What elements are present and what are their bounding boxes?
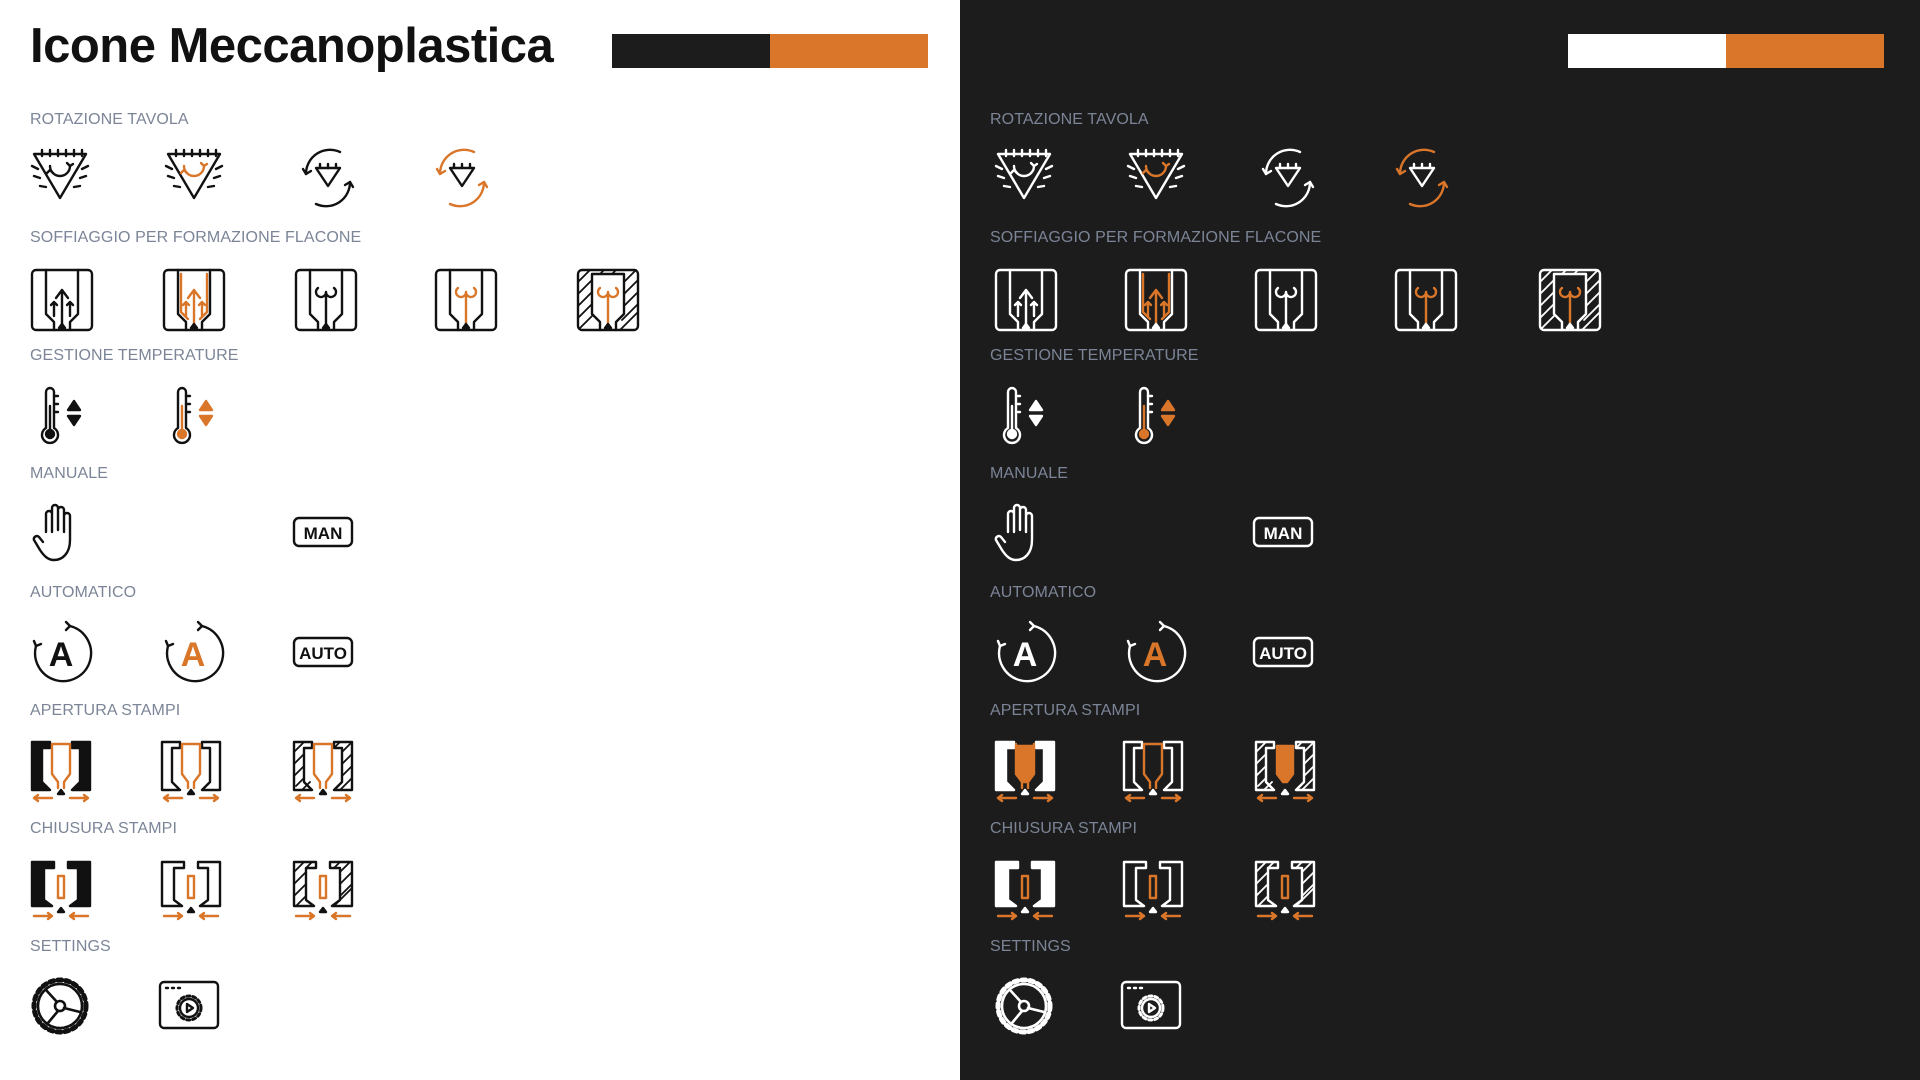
auto-glyph-accent: A <box>1143 636 1168 674</box>
settings-window-icon[interactable] <box>158 976 222 1040</box>
mold-open-hatched-icon[interactable] <box>292 740 356 804</box>
mold-close-outline-icon[interactable] <box>1122 858 1186 922</box>
mold-open-outline-icon[interactable] <box>1122 740 1186 804</box>
table-rotation-icon[interactable] <box>992 146 1056 210</box>
mold-close-hatched-icon[interactable] <box>1254 858 1318 922</box>
mold-open-hatched-icon[interactable] <box>1254 740 1318 804</box>
section-label-automatico: AUTOMATICO <box>30 584 137 601</box>
blow-molding-hatched-icon[interactable] <box>576 268 640 332</box>
light-panel: Icone Meccanoplastica ROTAZIONE TAVOLA S… <box>0 0 960 1080</box>
table-rotation-accent-icon[interactable] <box>162 146 226 210</box>
blow-molding-outline-accent-icon[interactable] <box>1394 268 1458 332</box>
auto-glyph: A <box>1013 636 1038 674</box>
table-rotation-arrows-accent-icon[interactable] <box>430 146 494 210</box>
table-rotation-arrows-icon[interactable] <box>296 146 360 210</box>
man-badge-text: MAN <box>304 524 343 543</box>
auto-cycle-icon[interactable]: A <box>994 620 1058 686</box>
section-label-rotazione: ROTAZIONE TAVOLA <box>30 111 189 128</box>
section-label-temperature-dark: GESTIONE TEMPERATURE <box>990 347 1199 364</box>
section-label-soffiaggio: SOFFIAGGIO PER FORMAZIONE FLACONE <box>30 229 362 246</box>
section-label-settings: SETTINGS <box>30 938 111 955</box>
blow-molding-accent-icon[interactable] <box>162 268 226 332</box>
auto-badge-icon[interactable]: AUTO <box>1252 622 1316 686</box>
settings-window-icon[interactable] <box>1120 976 1184 1040</box>
hand-icon[interactable] <box>994 502 1058 566</box>
thermometer-updown-accent-icon[interactable] <box>1126 386 1190 450</box>
auto-cycle-accent-icon[interactable]: A <box>162 620 226 686</box>
section-label-manuale-dark: MANUALE <box>990 465 1069 482</box>
thermometer-updown-icon[interactable] <box>994 386 1058 450</box>
mold-close-filled-icon[interactable] <box>994 858 1058 922</box>
blow-molding-outline-icon[interactable] <box>1254 268 1318 332</box>
auto-cycle-accent-icon[interactable]: A <box>1124 620 1188 686</box>
table-rotation-arrows-accent-icon[interactable] <box>1390 146 1454 210</box>
section-label-apertura-dark: APERTURA STAMPI <box>990 702 1141 719</box>
page-title: Icone Meccanoplastica <box>30 19 554 73</box>
section-label-chiusura: CHIUSURA STAMPI <box>30 820 177 837</box>
thermometer-updown-accent-icon[interactable] <box>164 386 228 450</box>
section-label-apertura: APERTURA STAMPI <box>30 702 181 719</box>
settings-gear-icon[interactable] <box>994 976 1058 1040</box>
auto-cycle-icon[interactable]: A <box>30 620 94 686</box>
swatch-orange <box>770 34 928 68</box>
section-label-automatico-dark: AUTOMATICO <box>990 584 1097 601</box>
auto-badge-text: AUTO <box>299 644 347 663</box>
table-rotation-accent-icon[interactable] <box>1124 146 1188 210</box>
section-label-temperature: GESTIONE TEMPERATURE <box>30 347 239 364</box>
blow-molding-icon[interactable] <box>30 268 94 332</box>
section-label-manuale: MANUALE <box>30 465 109 482</box>
icon-sheet: Icone Meccanoplastica ROTAZIONE TAVOLA S… <box>0 0 1920 1080</box>
blow-molding-icon[interactable] <box>994 268 1058 332</box>
auto-badge-text: AUTO <box>1259 644 1307 663</box>
table-rotation-arrows-icon[interactable] <box>1256 146 1320 210</box>
blow-molding-outline-accent-icon[interactable] <box>434 268 498 332</box>
mold-open-filled-icon[interactable] <box>30 740 94 804</box>
man-badge-text: MAN <box>1264 524 1303 543</box>
auto-badge-icon[interactable]: AUTO <box>292 622 356 686</box>
section-label-settings-dark: SETTINGS <box>990 938 1071 955</box>
blow-molding-outline-icon[interactable] <box>294 268 358 332</box>
blow-molding-accent-icon[interactable] <box>1124 268 1188 332</box>
swatch-orange-dark <box>1726 34 1884 68</box>
mold-open-filled-icon[interactable] <box>994 740 1058 804</box>
section-label-chiusura-dark: CHIUSURA STAMPI <box>990 820 1137 837</box>
mold-close-outline-icon[interactable] <box>160 858 224 922</box>
man-badge-icon[interactable]: MAN <box>1252 502 1316 566</box>
section-label-rotazione-dark: ROTAZIONE TAVOLA <box>990 111 1149 128</box>
mold-close-hatched-icon[interactable] <box>292 858 356 922</box>
thermometer-updown-icon[interactable] <box>32 386 96 450</box>
swatch-white <box>1568 34 1726 68</box>
hand-icon[interactable] <box>32 502 96 566</box>
mold-open-outline-icon[interactable] <box>160 740 224 804</box>
auto-glyph-accent: A <box>181 636 206 674</box>
swatch-black <box>612 34 770 68</box>
auto-glyph: A <box>49 636 74 674</box>
section-label-soffiaggio-dark: SOFFIAGGIO PER FORMAZIONE FLACONE <box>990 229 1322 246</box>
man-badge-icon[interactable]: MAN <box>292 502 356 566</box>
dark-panel: ROTAZIONE TAVOLA SOFFIAGGIO PER FORMAZIO… <box>960 0 1920 1080</box>
settings-gear-icon[interactable] <box>30 976 94 1040</box>
mold-close-filled-icon[interactable] <box>30 858 94 922</box>
blow-molding-hatched-icon[interactable] <box>1538 268 1602 332</box>
table-rotation-icon[interactable] <box>28 146 92 210</box>
